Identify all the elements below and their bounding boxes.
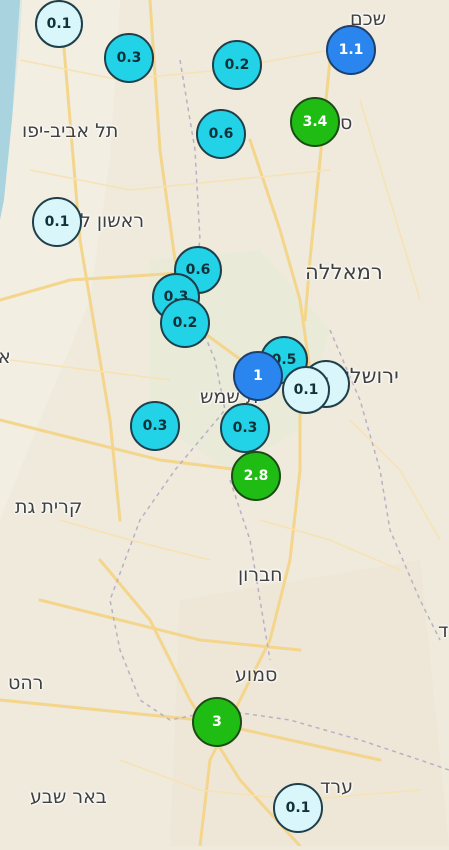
place-label-jerusalem: ירושלי xyxy=(345,364,399,388)
place-label-samua: סמוע xyxy=(235,664,278,686)
cluster-marker[interactable]: 0.2 xyxy=(212,40,262,90)
cluster-marker[interactable]: 3 xyxy=(192,697,242,747)
place-label-kiryat-gat: קרית גת xyxy=(15,496,83,518)
place-label-salfit: ס xyxy=(340,112,353,134)
cluster-marker[interactable]: 0.6 xyxy=(196,109,246,159)
cluster-marker[interactable]: 0.1 xyxy=(35,0,83,48)
cluster-marker[interactable]: 0.3 xyxy=(130,401,180,451)
cluster-marker[interactable]: 0.2 xyxy=(160,298,210,348)
cluster-marker[interactable]: 2.8 xyxy=(231,451,281,501)
map-view[interactable]: שכם תל אביב-יפו ס ראשון ל רמאללה ירושלי … xyxy=(0,0,449,848)
place-label-hebron: חברון xyxy=(238,564,283,586)
place-label-rishon: ראשון ל xyxy=(80,210,145,232)
cluster-marker[interactable]: 1.1 xyxy=(326,25,376,75)
cluster-marker[interactable]: 0.1 xyxy=(273,783,323,833)
place-label-edge-right: ד xyxy=(438,620,449,642)
place-label-beer-sheva: באר שבע xyxy=(30,786,107,808)
cluster-marker[interactable]: 0.1 xyxy=(32,197,82,247)
cluster-marker[interactable]: 0.3 xyxy=(220,403,270,453)
place-label-rahat: רהט xyxy=(8,672,44,694)
cluster-marker[interactable]: 3.4 xyxy=(290,97,340,147)
cluster-marker[interactable]: 0.3 xyxy=(104,33,154,83)
place-label-arad: ערד xyxy=(320,776,353,798)
place-label-ramallah: רמאללה xyxy=(305,260,383,284)
cluster-marker[interactable]: 1 xyxy=(233,351,283,401)
place-label-edge-left: א xyxy=(0,346,11,368)
cluster-marker[interactable]: 0.1 xyxy=(282,366,330,414)
place-label-tel-aviv: תל אביב-יפו xyxy=(22,120,119,142)
